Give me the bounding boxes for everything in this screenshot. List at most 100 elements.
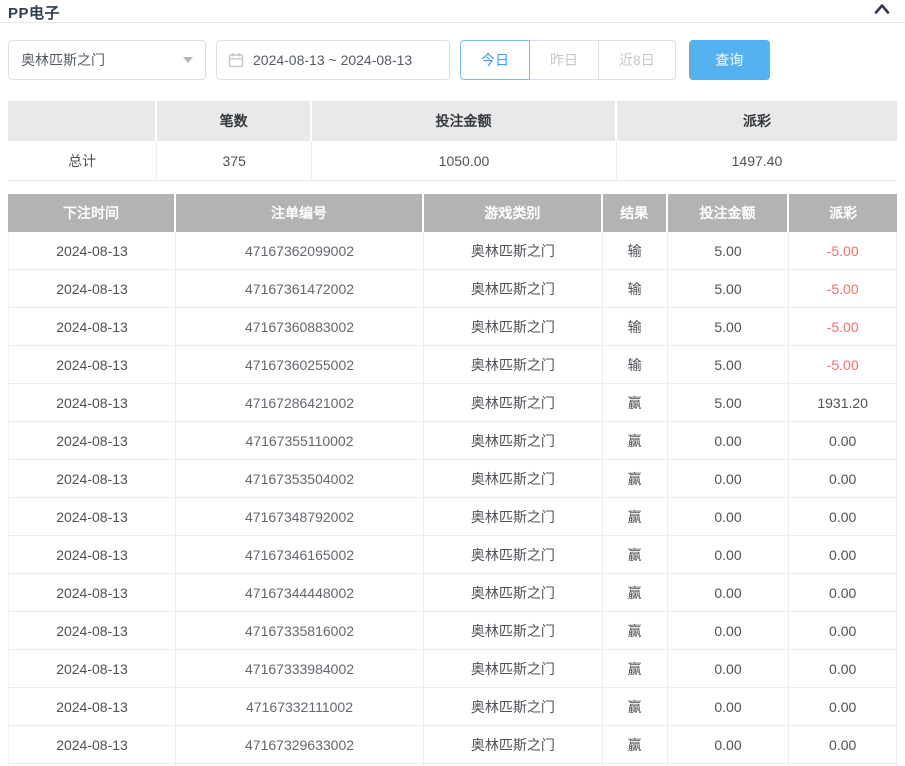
table-cell: 赢 (603, 650, 668, 687)
summary-total-row: 总计3751050.001497.40 (8, 141, 897, 181)
table-cell: 奥林匹斯之门 (424, 422, 603, 459)
table-row: 2024-08-1347167329633002奥林匹斯之门赢0.000.00 (8, 726, 897, 764)
bet-table-header: 下注时间注单编号游戏类别结果投注金额派彩 (8, 194, 897, 232)
table-cell: 0.00 (789, 536, 897, 573)
table-cell: 赢 (603, 688, 668, 725)
table-cell: 奥林匹斯之门 (424, 498, 603, 535)
table-cell: 奥林匹斯之门 (424, 650, 603, 687)
table-cell: 奥林匹斯之门 (424, 460, 603, 497)
table-cell: 输 (603, 346, 668, 383)
table-cell: 0.00 (668, 422, 790, 459)
table-cell: 奥林匹斯之门 (424, 270, 603, 307)
header-divider (0, 22, 905, 23)
table-cell: 5.00 (668, 270, 790, 307)
table-row: 2024-08-1347167353504002奥林匹斯之门赢0.000.00 (8, 460, 897, 498)
pp-electronic-panel: PP电子 奥林匹斯之门 2024-08-13 ~ 2024-08-13 今日 (0, 0, 905, 766)
table-cell: 5.00 (668, 308, 790, 345)
table-cell: 0.00 (789, 498, 897, 535)
table-cell: 47167346165002 (176, 536, 424, 573)
collapse-button[interactable] (873, 2, 891, 16)
game-select-value: 奥林匹斯之门 (21, 50, 105, 70)
table-cell: 奥林匹斯之门 (424, 612, 603, 649)
table-row: 2024-08-1347167360255002奥林匹斯之门输5.00-5.00 (8, 346, 897, 384)
date-range-input[interactable]: 2024-08-13 ~ 2024-08-13 (216, 40, 450, 80)
summary-cell: 总计 (8, 141, 157, 180)
bet-header-cell: 下注时间 (8, 194, 176, 232)
bet-header-cell: 结果 (603, 194, 668, 232)
table-cell: -5.00 (789, 270, 897, 307)
table-cell: 奥林匹斯之门 (424, 346, 603, 383)
table-cell: 奥林匹斯之门 (424, 384, 603, 421)
table-cell: 2024-08-13 (8, 612, 176, 649)
table-cell: 0.00 (668, 650, 790, 687)
table-cell: 0.00 (668, 612, 790, 649)
table-cell: 0.00 (668, 726, 790, 763)
table-cell: 47167348792002 (176, 498, 424, 535)
table-row: 2024-08-1347167355110002奥林匹斯之门赢0.000.00 (8, 422, 897, 460)
table-cell: 输 (603, 270, 668, 307)
table-cell: 奥林匹斯之门 (424, 232, 603, 269)
table-cell: 47167360255002 (176, 346, 424, 383)
table-cell: 0.00 (668, 574, 790, 611)
table-cell: 47167355110002 (176, 422, 424, 459)
table-cell: 2024-08-13 (8, 726, 176, 763)
table-cell: 0.00 (668, 536, 790, 573)
table-row: 2024-08-1347167286421002奥林匹斯之门赢5.001931.… (8, 384, 897, 422)
quick-button-1[interactable]: 昨日 (530, 40, 599, 80)
page-title: PP电子 (8, 2, 60, 23)
table-cell: 赢 (603, 536, 668, 573)
bet-header-cell: 投注金额 (668, 194, 790, 232)
table-row: 2024-08-1347167360883002奥林匹斯之门输5.00-5.00 (8, 308, 897, 346)
table-cell: 0.00 (789, 726, 897, 763)
table-cell: 输 (603, 308, 668, 345)
table-cell: 0.00 (789, 574, 897, 611)
table-cell: 47167333984002 (176, 650, 424, 687)
table-cell: 赢 (603, 498, 668, 535)
table-cell: 47167335816002 (176, 612, 424, 649)
table-cell: 2024-08-13 (8, 346, 176, 383)
table-cell: 2024-08-13 (8, 232, 176, 269)
table-cell: 0.00 (789, 460, 897, 497)
table-cell: -5.00 (789, 308, 897, 345)
summary-cell: 1497.40 (617, 141, 897, 180)
bet-header-cell: 派彩 (789, 194, 897, 232)
calendar-icon (228, 52, 244, 68)
bet-table: 下注时间注单编号游戏类别结果投注金额派彩 2024-08-13471673620… (8, 194, 897, 766)
table-cell: 47167360883002 (176, 308, 424, 345)
table-cell: 47167332111002 (176, 688, 424, 725)
table-cell: 5.00 (668, 384, 790, 421)
table-cell: 奥林匹斯之门 (424, 308, 603, 345)
table-cell: 0.00 (668, 688, 790, 725)
summary-cell: 375 (157, 141, 312, 180)
table-cell: 2024-08-13 (8, 308, 176, 345)
bet-header-cell: 游戏类别 (424, 194, 603, 232)
table-cell: 2024-08-13 (8, 688, 176, 725)
table-cell: 2024-08-13 (8, 574, 176, 611)
summary-header-cell: 派彩 (617, 101, 897, 141)
table-cell: 2024-08-13 (8, 460, 176, 497)
quick-button-2[interactable]: 近8日 (599, 40, 676, 80)
summary-cell: 1050.00 (312, 141, 617, 180)
table-cell: 0.00 (789, 688, 897, 725)
quick-button-0[interactable]: 今日 (460, 40, 530, 80)
table-cell: 赢 (603, 422, 668, 459)
query-button[interactable]: 查询 (689, 40, 770, 80)
table-row: 2024-08-1347167362099002奥林匹斯之门输5.00-5.00 (8, 232, 897, 270)
table-row: 2024-08-1347167361472002奥林匹斯之门输5.00-5.00 (8, 270, 897, 308)
table-cell: 2024-08-13 (8, 422, 176, 459)
game-select[interactable]: 奥林匹斯之门 (8, 40, 206, 80)
table-cell: 赢 (603, 726, 668, 763)
table-cell: 2024-08-13 (8, 270, 176, 307)
summary-header-cell: 投注金额 (312, 101, 617, 141)
table-cell: 2024-08-13 (8, 498, 176, 535)
table-cell: 47167286421002 (176, 384, 424, 421)
table-cell: 47167362099002 (176, 232, 424, 269)
table-cell: 47167344448002 (176, 574, 424, 611)
table-cell: 2024-08-13 (8, 650, 176, 687)
table-cell: 奥林匹斯之门 (424, 688, 603, 725)
filter-controls: 奥林匹斯之门 2024-08-13 ~ 2024-08-13 今日昨日近8日 查… (8, 40, 897, 80)
table-cell: -5.00 (789, 232, 897, 269)
caret-down-icon (183, 57, 193, 63)
table-cell: 0.00 (789, 612, 897, 649)
summary-header: 笔数投注金额派彩 (8, 101, 897, 141)
